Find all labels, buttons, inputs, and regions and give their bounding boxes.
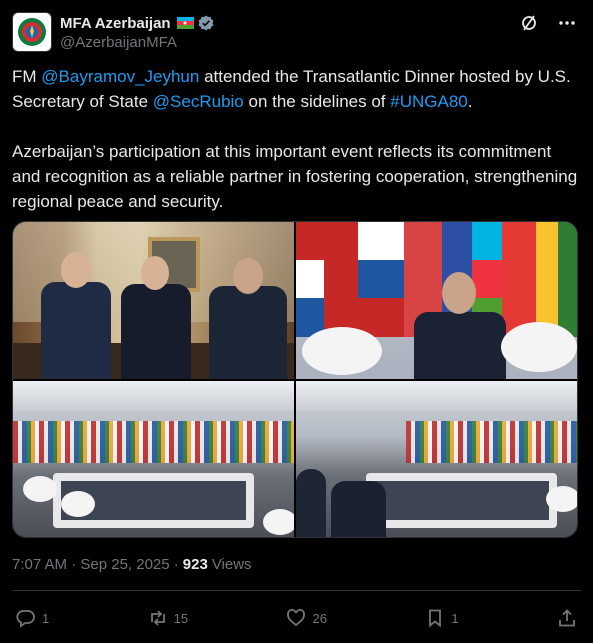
person-right-head: [233, 258, 263, 294]
hall-ceiling: [13, 381, 294, 411]
tweet-paragraph-1: FM @Bayramov_Jeyhun attended the Transat…: [12, 67, 571, 111]
flag-stripe: [558, 222, 577, 337]
tweet-text: FM @Bayramov_Jeyhun attended the Transat…: [12, 64, 580, 214]
like-count: 26: [312, 610, 327, 626]
mention-secrubio[interactable]: @SecRubio: [153, 92, 244, 111]
azerbaijan-flag-icon: [176, 17, 194, 29]
hall-table: [366, 473, 557, 528]
flowers: [302, 327, 382, 375]
timestamp[interactable]: 7:07 AM · Sep 25, 2025 ·: [12, 556, 179, 573]
flowers: [61, 491, 95, 517]
minister-figure: [414, 312, 506, 379]
flowers: [501, 322, 577, 372]
media-grid: [12, 221, 578, 538]
verified-badge-icon: [198, 15, 214, 31]
flag-stripe: [358, 222, 404, 337]
guest-figure: [296, 469, 326, 537]
flag-stripe: [536, 222, 558, 337]
person-left-head: [61, 252, 91, 288]
flowers: [263, 509, 294, 535]
bookmark-count: 1: [451, 610, 459, 626]
reply-icon: [16, 610, 35, 628]
photo-meeting[interactable]: [13, 222, 294, 379]
hall-flags: [13, 421, 294, 463]
more-options-icon[interactable]: [557, 13, 577, 33]
flag-stripe: [502, 222, 536, 337]
photo-banquet-hall-right[interactable]: [296, 381, 577, 537]
action-bar: 1 15 26 1: [16, 604, 577, 632]
flag-stripe: [324, 222, 358, 337]
handle[interactable]: @AzerbaijanMFA: [60, 34, 214, 51]
photo-table-flags[interactable]: [296, 222, 577, 379]
mention-bayramov[interactable]: @Bayramov_Jeyhun: [41, 67, 199, 86]
flowers: [23, 476, 57, 502]
display-name[interactable]: MFA Azerbaijan: [60, 15, 171, 32]
tweet-paragraph-2: Azerbaijan’s participation at this impor…: [12, 142, 578, 211]
reply-button[interactable]: 1: [16, 608, 49, 628]
flowers: [546, 486, 577, 512]
views-label: Views: [211, 556, 252, 573]
views-count: 923: [182, 556, 208, 573]
share-button[interactable]: [557, 608, 577, 628]
grok-icon[interactable]: [519, 13, 539, 33]
photo-banquet-hall-left[interactable]: [13, 381, 294, 537]
person-center-head: [141, 256, 169, 290]
share-icon: [559, 609, 575, 627]
tweet-meta: 7:07 AM · Sep 25, 2025 · 923 Views: [12, 556, 252, 573]
flag-stripe: [296, 222, 324, 337]
minister-head: [442, 272, 476, 314]
like-button[interactable]: 26: [286, 608, 327, 628]
repost-button[interactable]: 15: [148, 608, 188, 628]
repost-icon: [150, 610, 165, 626]
bookmark-icon: [429, 609, 442, 628]
avatar[interactable]: [12, 12, 52, 52]
mfa-emblem-icon: [18, 18, 46, 46]
heart-icon: [287, 609, 306, 627]
person-left: [41, 282, 111, 379]
reply-count: 1: [42, 610, 50, 626]
person-center: [121, 284, 191, 379]
hashtag-unga80[interactable]: #UNGA80: [390, 92, 467, 111]
repost-count: 15: [173, 610, 189, 626]
hall-flags: [406, 421, 577, 463]
hall-ceiling: [296, 381, 577, 411]
tweet-header: MFA Azerbaijan @AzerbaijanMFA: [12, 12, 581, 56]
bookmark-button[interactable]: 1: [425, 608, 459, 628]
guest-figure: [331, 481, 386, 537]
divider: [12, 590, 581, 591]
person-right: [209, 286, 287, 379]
